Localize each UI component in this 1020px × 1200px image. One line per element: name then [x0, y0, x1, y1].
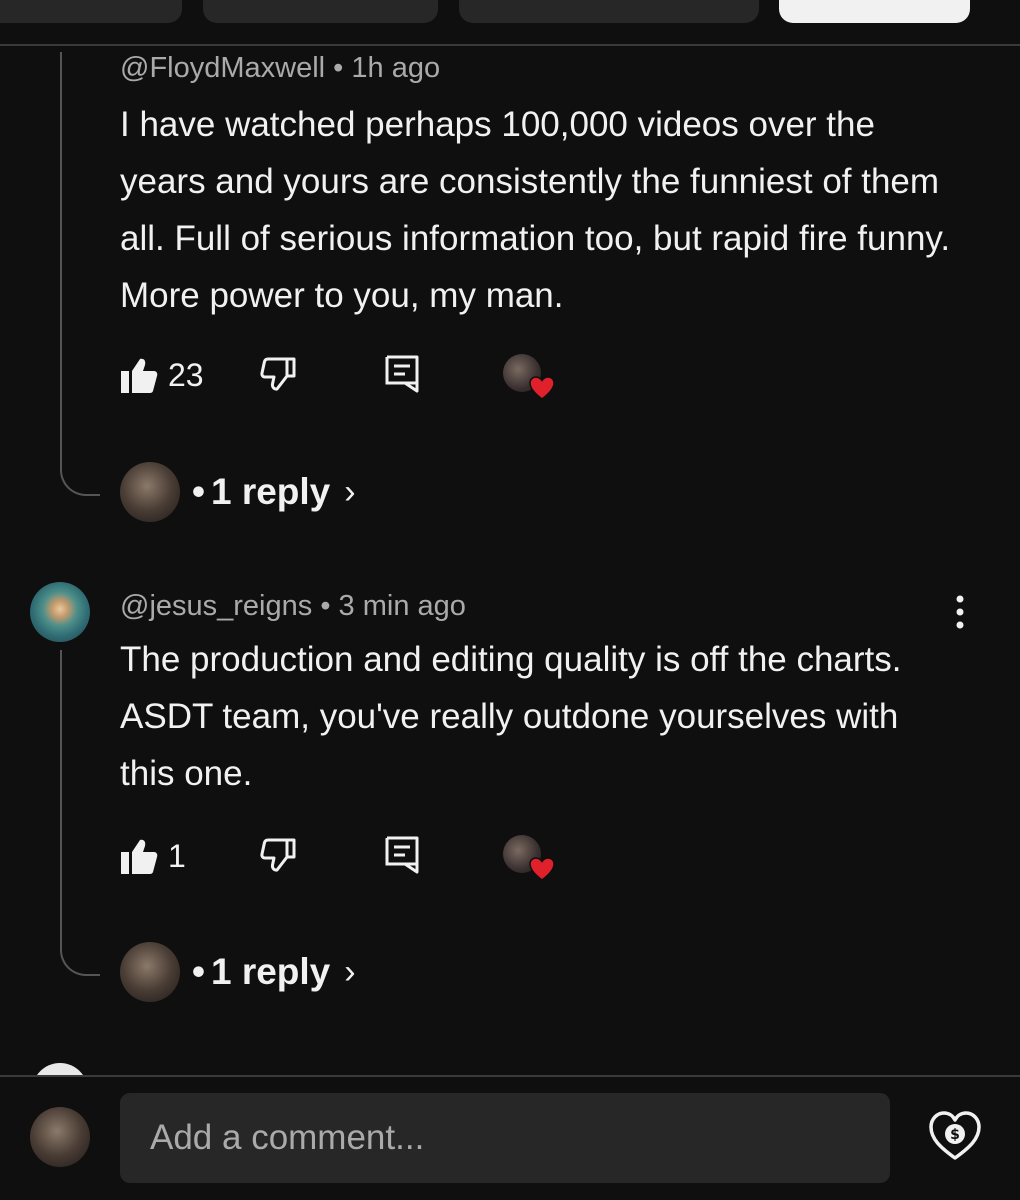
reply-button[interactable] [385, 355, 419, 393]
comment-time: 1h ago [351, 52, 441, 84]
comment-header: @FloydMaxwell • 1h ago [120, 52, 440, 85]
filter-chip-2[interactable] [203, 0, 438, 23]
top-divider [0, 44, 1020, 46]
comment-header: @jesus_reigns • 3 min ago [120, 590, 466, 623]
like-count: 1 [168, 838, 186, 874]
thread-curve [60, 946, 100, 976]
creator-heart-badge[interactable] [503, 354, 555, 402]
creator-heart-icon [529, 376, 555, 400]
thread-line [60, 650, 62, 947]
filter-chip-1[interactable] [0, 0, 182, 23]
thumbs-down-icon [260, 357, 296, 391]
comment-author[interactable]: @jesus_reigns [120, 590, 312, 622]
more-options-button[interactable] [945, 594, 975, 630]
creator-heart-badge[interactable] [503, 835, 555, 883]
comment-input[interactable]: Add a comment... [120, 1093, 890, 1183]
replies-count: 1 reply [210, 471, 331, 512]
reply-avatar [120, 942, 180, 1002]
filter-chip-4[interactable] [779, 0, 970, 23]
like-count: 23 [168, 357, 204, 393]
comment-author[interactable]: @FloydMaxwell [120, 52, 325, 84]
more-vert-icon [956, 595, 964, 629]
bullet: • [192, 951, 205, 992]
dislike-button[interactable] [260, 838, 296, 872]
like-button[interactable]: 1 [120, 838, 186, 875]
view-replies-link[interactable]: • 1 reply › [120, 942, 356, 1002]
filter-chip-3[interactable] [459, 0, 759, 23]
thumbs-down-icon [260, 838, 296, 872]
super-thanks-button[interactable]: $ [928, 1108, 982, 1162]
reply-button[interactable] [385, 836, 419, 874]
reply-icon [385, 836, 419, 874]
comment-time: 3 min ago [338, 590, 466, 622]
super-thanks-icon: $ [929, 1111, 981, 1160]
meta-separator: • [333, 52, 352, 84]
commenter-avatar[interactable] [30, 582, 90, 642]
thread-line [60, 52, 62, 467]
replies-count: 1 reply [210, 951, 331, 992]
svg-text:$: $ [950, 1127, 960, 1143]
comment-text: The production and editing quality is of… [120, 640, 902, 793]
thumbs-up-icon [121, 839, 158, 874]
comment-input-placeholder: Add a comment... [150, 1118, 425, 1157]
reply-avatar [120, 462, 180, 522]
user-avatar[interactable] [30, 1107, 90, 1167]
thread-curve [60, 466, 100, 496]
like-button[interactable]: 23 [120, 357, 204, 394]
creator-heart-icon [529, 857, 555, 881]
meta-separator: • [320, 590, 339, 622]
reply-icon [385, 355, 419, 393]
chevron-right-icon: › [344, 952, 356, 991]
bullet: • [192, 471, 205, 512]
comment-text: I have watched perhaps 100,000 videos ov… [120, 105, 951, 315]
thumbs-up-icon [121, 358, 158, 393]
dislike-button[interactable] [260, 357, 296, 391]
view-replies-link[interactable]: • 1 reply › [120, 462, 356, 522]
chevron-right-icon: › [344, 472, 356, 511]
